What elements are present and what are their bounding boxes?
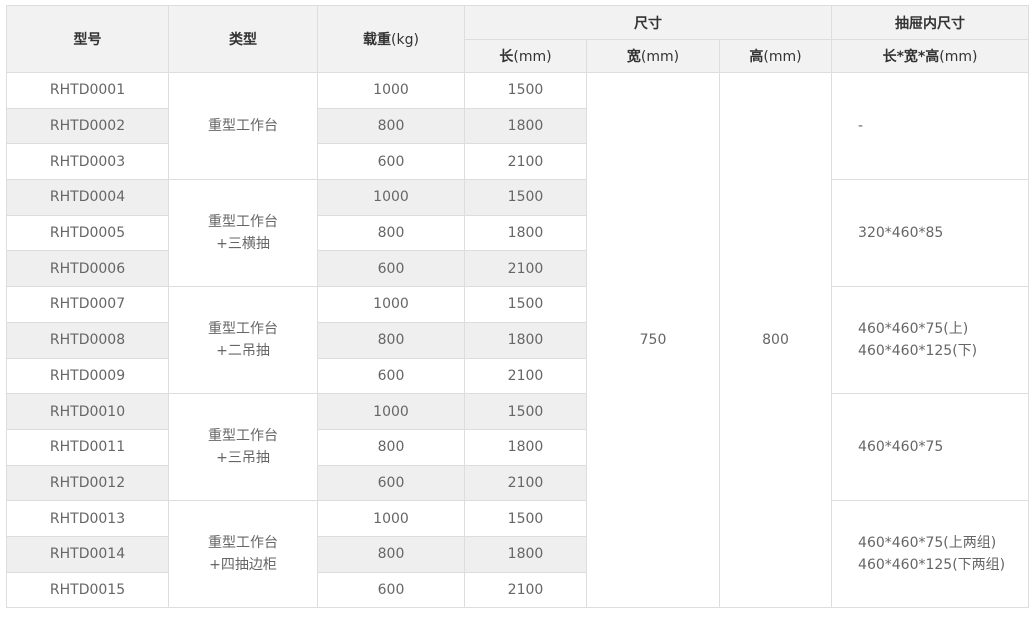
- load-cell: 1000: [317, 500, 465, 537]
- drawer-size-line: 460*460*75(上): [858, 321, 969, 338]
- spec-table-container: 型号 类型 载重(kg) 尺寸 抽屉内尺寸 长(mm) 宽(mm) 高(mm) …: [6, 5, 1030, 609]
- length-cell: 1500: [464, 286, 587, 323]
- model-cell: RHTD0010: [6, 393, 169, 430]
- header-drawer-dims: 长*宽*高(mm): [831, 39, 1030, 73]
- load-cell: 1000: [317, 393, 465, 430]
- length-cell: 1800: [464, 428, 587, 466]
- header-load: 载重(kg): [317, 5, 465, 73]
- header-drawer-size: 抽屉内尺寸: [831, 5, 1030, 40]
- load-cell: 800: [317, 535, 465, 573]
- model-cell: RHTD0005: [6, 214, 169, 252]
- drawer-size-line: 460*460*125(下两组): [858, 557, 1006, 574]
- model-cell: RHTD0012: [6, 464, 169, 502]
- length-cell: 1500: [464, 179, 587, 216]
- length-cell: 1500: [464, 393, 587, 430]
- drawer-size-cell: -: [831, 71, 1030, 181]
- type-line: 重型工作台: [208, 118, 278, 135]
- load-cell: 1000: [317, 286, 465, 323]
- model-cell: RHTD0013: [6, 500, 169, 537]
- header-height: 高(mm): [718, 39, 833, 73]
- model-cell: RHTD0006: [6, 250, 169, 288]
- model-cell: RHTD0014: [6, 535, 169, 573]
- table-row: RHTD0004 重型工作台 +三横抽 1000 1500 320*460*85: [6, 179, 1030, 288]
- load-cell: 600: [317, 143, 465, 181]
- header-type: 类型: [168, 5, 318, 73]
- type-cell: 重型工作台 +三吊抽: [168, 393, 318, 502]
- model-cell: RHTD0004: [6, 179, 169, 216]
- load-cell: 800: [317, 214, 465, 252]
- type-line: +三吊抽: [216, 450, 270, 467]
- length-cell: 2100: [464, 143, 587, 181]
- model-cell: RHTD0008: [6, 321, 169, 359]
- length-cell: 2100: [464, 357, 587, 395]
- type-line: 重型工作台: [208, 535, 278, 552]
- drawer-size-cell: 460*460*75: [831, 393, 1030, 502]
- model-cell: RHTD0009: [6, 357, 169, 395]
- table-row: RHTD0001 重型工作台 1000 1500 750 800-: [6, 71, 1030, 609]
- load-cell: 800: [317, 428, 465, 466]
- type-cell: 重型工作台 +四抽边柜: [168, 500, 318, 609]
- load-cell: 600: [317, 250, 465, 288]
- drawer-size-cell: 320*460*85: [831, 179, 1030, 288]
- table-body: RHTD0001 重型工作台 1000 1500 750 800- RHTD0002 800 1…: [6, 71, 1030, 609]
- type-line: +四抽边柜: [209, 557, 277, 574]
- header-size: 尺寸: [463, 5, 833, 40]
- drawer-size-line: 460*460*75(上两组): [858, 535, 997, 552]
- header-model: 型号: [6, 5, 169, 73]
- drawer-size-cell: 460*460*75(上) 460*460*125(下): [831, 286, 1030, 395]
- model-cell: RHTD0002: [6, 107, 169, 145]
- length-cell: 1800: [464, 535, 587, 573]
- type-line: +三横抽: [216, 236, 270, 253]
- length-cell: 1800: [464, 214, 587, 252]
- load-cell: 600: [317, 357, 465, 395]
- model-cell: RHTD0007: [6, 286, 169, 323]
- type-line: 重型工作台: [208, 428, 278, 445]
- type-cell: 重型工作台 +三横抽: [168, 179, 318, 288]
- type-line: 重型工作台: [208, 321, 278, 338]
- model-cell: RHTD0011: [6, 428, 169, 466]
- type-line: 重型工作台: [208, 214, 278, 231]
- type-cell: 重型工作台 +二吊抽: [168, 286, 318, 395]
- type-cell: 重型工作台: [168, 71, 318, 181]
- model-cell: RHTD0001: [6, 72, 169, 109]
- drawer-size-line: -: [858, 118, 864, 135]
- load-cell: 600: [317, 571, 465, 609]
- drawer-size-line: 320*460*85: [858, 225, 944, 242]
- length-cell: 1500: [464, 500, 587, 537]
- drawer-size-line: 460*460*125(下): [858, 343, 978, 360]
- table-row: RHTD0007 重型工作台 +二吊抽 1000 1500 460*460*75(上) 46…: [6, 286, 1030, 395]
- length-cell: 1500: [464, 72, 587, 109]
- length-cell: 1800: [464, 321, 587, 359]
- load-cell: 1000: [317, 179, 465, 216]
- load-cell: 600: [317, 464, 465, 502]
- height-cell: 800: [718, 71, 833, 609]
- drawer-size-line: 460*460*75: [858, 439, 944, 456]
- table-header: 型号 类型 载重(kg) 尺寸 抽屉内尺寸 长(mm) 宽(mm) 高(mm) …: [6, 5, 1030, 73]
- model-cell: RHTD0003: [6, 143, 169, 181]
- drawer-size-cell: 460*460*75(上两组) 460*460*125(下两组): [831, 500, 1030, 609]
- load-cell: 800: [317, 107, 465, 145]
- length-cell: 2100: [464, 571, 587, 609]
- spec-table: 型号 类型 载重(kg) 尺寸 抽屉内尺寸 长(mm) 宽(mm) 高(mm) …: [6, 5, 1030, 609]
- type-line: +二吊抽: [216, 343, 270, 360]
- model-cell: RHTD0015: [6, 571, 169, 609]
- length-cell: 1800: [464, 107, 587, 145]
- load-cell: 800: [317, 321, 465, 359]
- header-length: 长(mm): [464, 39, 587, 73]
- length-cell: 2100: [464, 464, 587, 502]
- width-cell: 750: [586, 71, 720, 609]
- table-row: RHTD0013 重型工作台 +四抽边柜 1000 1500 460*460*75(上两组…: [6, 500, 1030, 609]
- load-cell: 1000: [317, 72, 465, 109]
- length-cell: 2100: [464, 250, 587, 288]
- table-row: RHTD0010 重型工作台 +三吊抽 1000 1500 460*460*75: [6, 393, 1030, 502]
- header-width: 宽(mm): [586, 39, 720, 73]
